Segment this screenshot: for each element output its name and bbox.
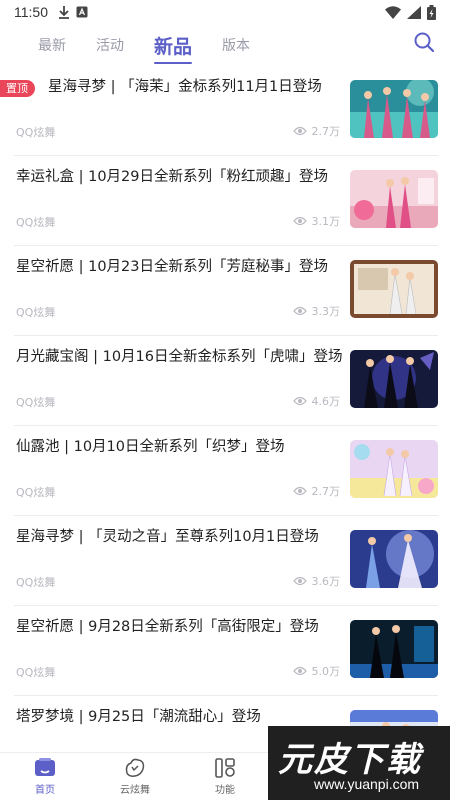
tab-events[interactable]: 活动	[96, 24, 124, 66]
item-title: 星海寻梦 | 「灵动之音」至尊系列10月1日登场	[16, 529, 319, 545]
item-view-count: 3.6万	[311, 575, 341, 588]
eye-icon	[292, 306, 307, 316]
home-icon	[35, 758, 55, 776]
eye-icon	[292, 396, 307, 406]
item-thumbnail	[350, 440, 438, 498]
item-view-count: 3.3万	[311, 305, 341, 318]
item-thumbnail	[350, 530, 438, 588]
watermark-logo: 元皮下载	[278, 740, 422, 780]
list-item[interactable]: 星海寻梦 | 「灵动之音」至尊系列10月1日登场 QQ炫舞 3.6万	[14, 516, 438, 606]
category-tabs: 最新 活动 新品 版本	[0, 24, 450, 66]
list-item[interactable]: 月光藏宝阁 | 10月16日全新金标系列「虎啸」登场 QQ炫舞 4.6万	[14, 336, 438, 426]
item-title: 幸运礼盒 | 10月29日全新系列「粉红顽趣」登场	[16, 169, 329, 185]
item-thumbnail	[350, 260, 438, 318]
search-icon[interactable]	[412, 30, 436, 54]
item-source: QQ炫舞	[16, 396, 56, 409]
list-item[interactable]: 星空祈愿 | 10月23日全新系列「芳庭秘事」登场 QQ炫舞 3.3万	[14, 246, 438, 336]
item-title: 星海寻梦 | 「海茉」金标系列11月1日登场	[48, 79, 322, 95]
list-item[interactable]: 星空祈愿 | 9月28日全新系列「高街限定」登场 QQ炫舞 5.0万	[14, 606, 438, 696]
cloud-dance-icon	[125, 758, 145, 777]
nav-home-label: 首页	[35, 785, 55, 796]
eye-icon	[292, 666, 307, 676]
nav-functions[interactable]: 功能	[180, 753, 270, 800]
eye-icon	[292, 576, 307, 586]
nav-cloud-dance[interactable]: 云炫舞	[90, 753, 180, 800]
item-source: QQ炫舞	[16, 216, 56, 229]
status-time: 11:50	[14, 4, 48, 20]
watermark-url: www.yuanpi.com	[314, 776, 420, 792]
eye-icon	[292, 486, 307, 496]
watermark: 元皮下载 www.yuanpi.com	[268, 726, 450, 800]
nav-functions-label: 功能	[215, 785, 235, 796]
item-view-count: 4.6万	[311, 395, 341, 408]
item-thumbnail	[350, 620, 438, 678]
item-title: 星空祈愿 | 9月28日全新系列「高街限定」登场	[16, 619, 319, 635]
wifi-icon	[385, 5, 401, 19]
signal-icon	[407, 5, 421, 19]
item-view-count: 2.7万	[311, 125, 341, 138]
app-notification-icon	[76, 6, 88, 18]
item-thumbnail	[350, 170, 438, 228]
battery-icon	[427, 4, 436, 20]
eye-icon	[292, 126, 307, 136]
item-source: QQ炫舞	[16, 576, 56, 589]
item-thumbnail	[350, 80, 438, 138]
item-title: 星空祈愿 | 10月23日全新系列「芳庭秘事」登场	[16, 259, 329, 275]
nav-cloud-dance-label: 云炫舞	[120, 785, 150, 796]
functions-icon	[215, 758, 235, 778]
tab-versions[interactable]: 版本	[222, 24, 250, 66]
item-source: QQ炫舞	[16, 306, 56, 319]
tab-latest[interactable]: 最新	[38, 24, 66, 66]
item-source: QQ炫舞	[16, 666, 56, 679]
item-view-count: 3.1万	[311, 215, 341, 228]
item-title: 月光藏宝阁 | 10月16日全新金标系列「虎啸」登场	[16, 349, 343, 365]
item-thumbnail	[350, 350, 438, 408]
nav-home[interactable]: 首页	[0, 753, 90, 800]
list-item[interactable]: 幸运礼盒 | 10月29日全新系列「粉红顽趣」登场 QQ炫舞 3.1万	[14, 156, 438, 246]
item-title: 塔罗梦境 | 9月25日「潮流甜心」登场	[16, 709, 261, 725]
news-feed: 置顶 星海寻梦 | 「海茉」金标系列11月1日登场 QQ炫舞 2.7万 幸运礼盒…	[0, 66, 450, 752]
status-bar: 11:50	[0, 0, 450, 24]
item-view-count: 5.0万	[311, 665, 341, 678]
list-item[interactable]: 置顶 星海寻梦 | 「海茉」金标系列11月1日登场 QQ炫舞 2.7万	[0, 66, 438, 156]
item-view-count: 2.7万	[311, 485, 341, 498]
item-source: QQ炫舞	[16, 486, 56, 499]
eye-icon	[292, 216, 307, 226]
pinned-badge: 置顶	[0, 80, 35, 97]
list-item[interactable]: 仙露池 | 10月10日全新系列「织梦」登场 QQ炫舞 2.7万	[14, 426, 438, 516]
item-title: 仙露池 | 10月10日全新系列「织梦」登场	[16, 439, 285, 455]
download-icon	[59, 6, 69, 19]
tab-new-items[interactable]: 新品	[154, 24, 193, 66]
item-source: QQ炫舞	[16, 126, 56, 139]
